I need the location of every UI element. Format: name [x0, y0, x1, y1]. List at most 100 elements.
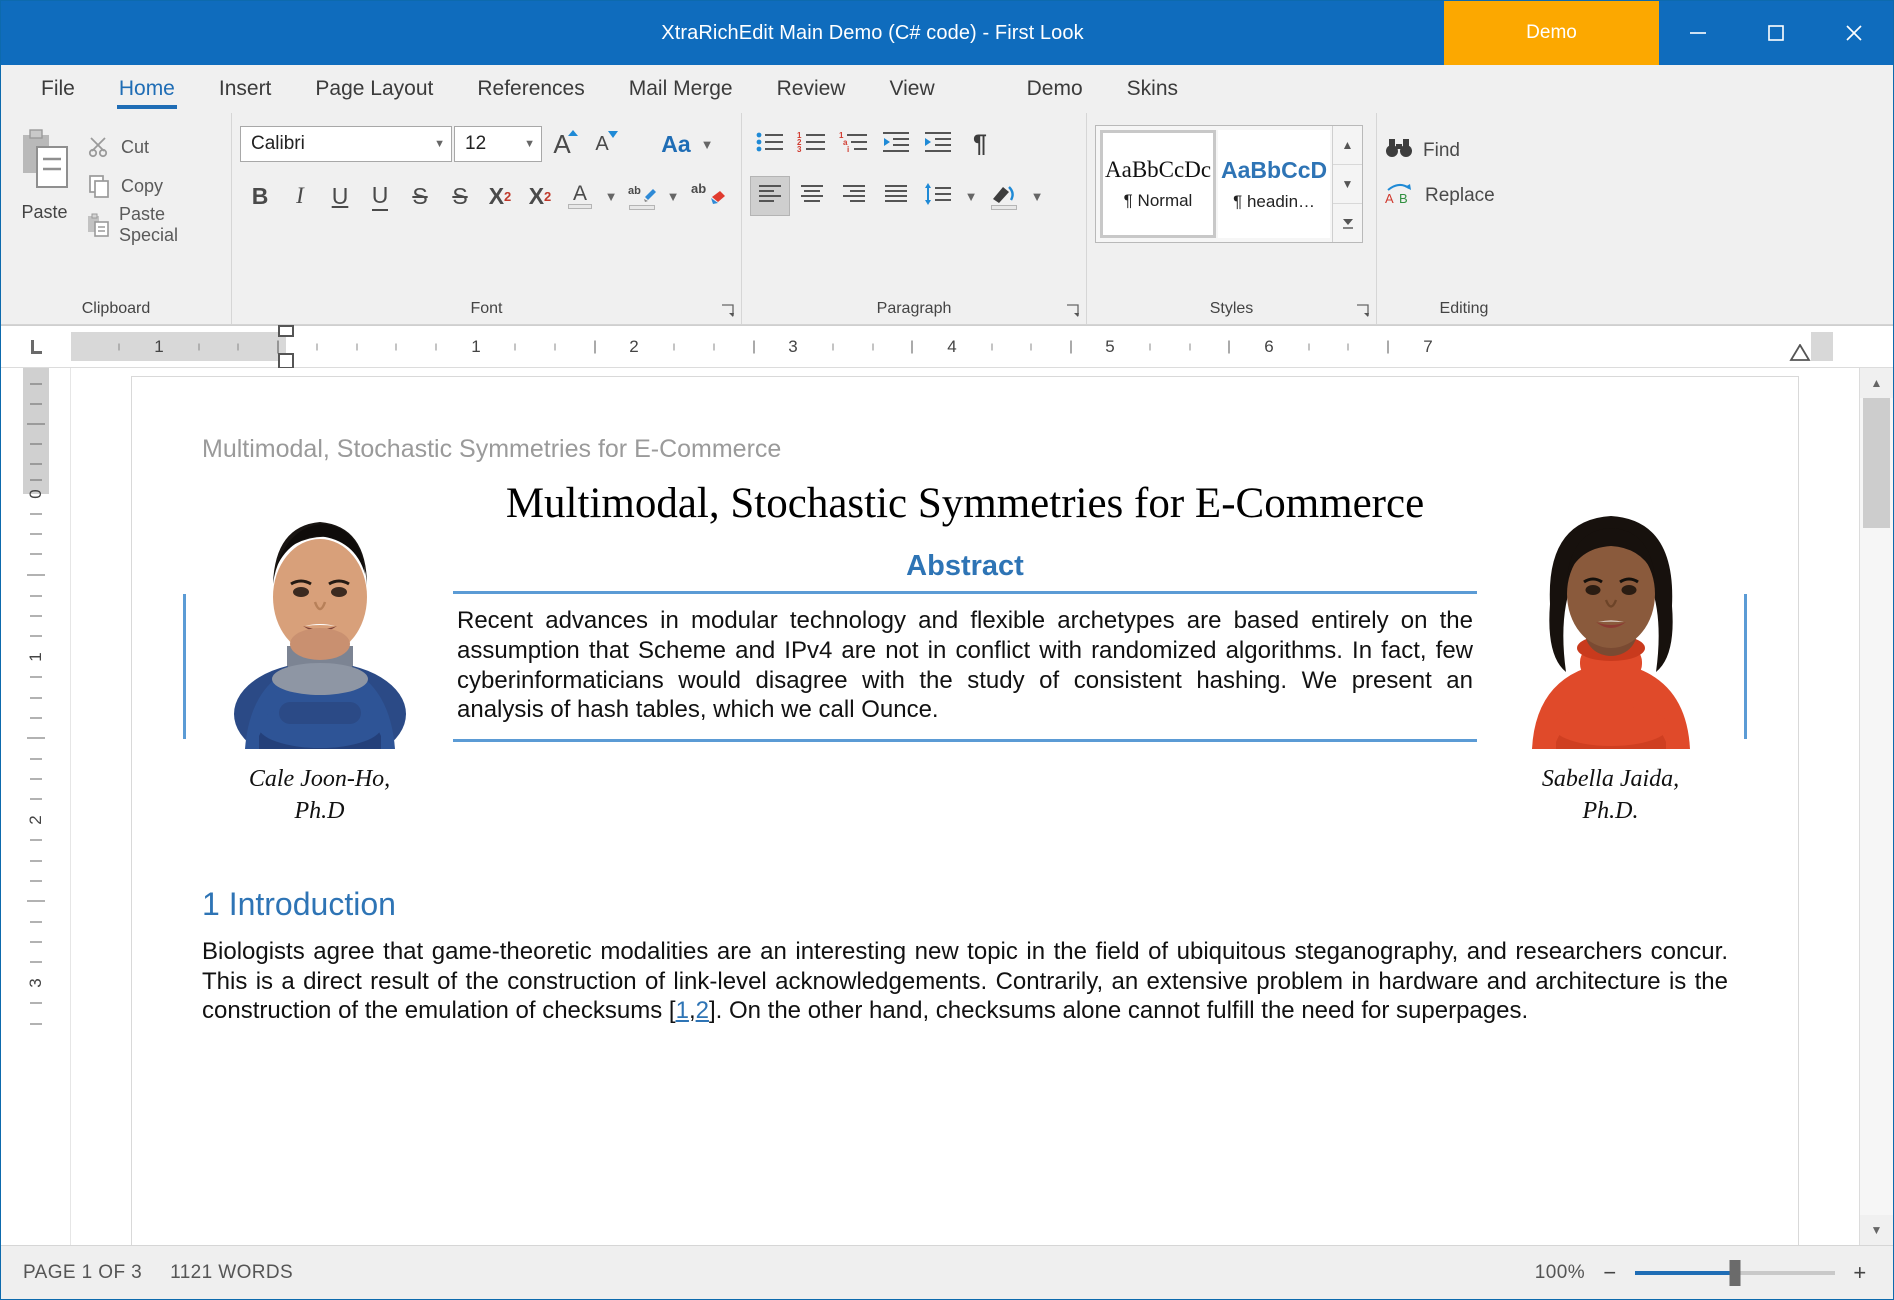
style-sample-heading: AaBbCcD [1221, 157, 1327, 184]
scroll-thumb[interactable] [1863, 398, 1890, 528]
paragraph-dialog-launcher[interactable] [1066, 304, 1080, 318]
show-paragraph-marks-button[interactable]: ¶ [960, 124, 1000, 164]
left-indent-marker[interactable] [278, 353, 294, 369]
scroll-track[interactable] [1860, 398, 1893, 1215]
strikethrough-button[interactable]: S [400, 176, 440, 216]
copy-button[interactable]: Copy [80, 170, 223, 202]
tab-references[interactable]: References [455, 77, 606, 113]
citation-2[interactable]: 2 [696, 997, 709, 1024]
tab-mail-merge[interactable]: Mail Merge [607, 77, 755, 113]
cut-button[interactable]: Cut [80, 131, 223, 163]
numbering-button[interactable]: 1 2 3 [792, 124, 832, 164]
align-center-button[interactable] [792, 176, 832, 216]
tab-page-layout[interactable]: Page Layout [293, 77, 455, 113]
author-photo-right[interactable] [1506, 474, 1716, 749]
zoom-out-icon[interactable]: − [1599, 1260, 1621, 1286]
right-indent-marker[interactable] [1789, 344, 1811, 367]
font-color-chevron-icon[interactable]: ▼ [600, 189, 622, 204]
text-highlight-button[interactable]: ab [622, 176, 662, 216]
svg-text:ab: ab [691, 181, 706, 196]
section-heading-1: 1 Introduction [202, 886, 1728, 923]
tab-stop-left-icon[interactable] [1, 326, 71, 367]
numbered-list-icon: 1 2 3 [797, 130, 827, 159]
double-strikethrough-button[interactable]: S [440, 176, 480, 216]
text-highlight-chevron-icon[interactable]: ▼ [662, 189, 684, 204]
tab-review[interactable]: Review [755, 77, 868, 113]
style-card-normal[interactable]: AaBbCcDc ¶ Normal [1100, 130, 1216, 238]
demo-badge[interactable]: Demo [1444, 1, 1659, 65]
author-photo-left[interactable] [215, 474, 425, 749]
paste-special-button[interactable]: Paste Special [80, 209, 223, 241]
styles-scroll-up-button[interactable]: ▲ [1333, 126, 1362, 165]
ruler-track[interactable]: 1 1 2 3 4 5 6 7 [71, 326, 1833, 367]
zoom-level[interactable]: 100% [1535, 1262, 1585, 1284]
bold-button[interactable]: B [240, 176, 280, 216]
double-underline-button[interactable]: U [360, 176, 400, 216]
page-indicator[interactable]: PAGE 1 OF 3 [23, 1262, 142, 1284]
shrink-font-button[interactable]: A [582, 124, 622, 164]
font-size-combo[interactable]: 12 ▼ [454, 126, 542, 162]
styles-scroll-down-button[interactable]: ▼ [1333, 165, 1362, 204]
scroll-down-button[interactable]: ▼ [1860, 1215, 1893, 1245]
replace-button[interactable]: A B Replace [1385, 181, 1495, 211]
increase-indent-button[interactable] [918, 124, 958, 164]
tab-view[interactable]: View [867, 77, 956, 113]
font-name-combo[interactable]: Calibri ▼ [240, 126, 452, 162]
zoom-slider-thumb[interactable] [1730, 1260, 1741, 1286]
ruler-number: 7 [1423, 337, 1432, 357]
word-count[interactable]: 1121 WORDS [170, 1262, 293, 1284]
grow-font-button[interactable]: A [542, 124, 582, 164]
author-right-caption: Sabella Jaida, Ph.D. [1542, 763, 1679, 828]
font-dialog-launcher[interactable] [721, 304, 735, 318]
line-spacing-button[interactable] [918, 176, 958, 216]
find-button[interactable]: Find [1385, 137, 1495, 165]
tab-insert[interactable]: Insert [197, 77, 294, 113]
subscript-button[interactable]: X2 [520, 176, 560, 216]
line-spacing-chevron-icon[interactable]: ▼ [960, 189, 982, 204]
subscript-icon: X [529, 183, 544, 210]
cut-label: Cut [121, 137, 149, 158]
document-page[interactable]: Multimodal, Stochastic Symmetries for E-… [131, 376, 1799, 1245]
multilevel-list-button[interactable]: 1 a i [834, 124, 874, 164]
tab-home[interactable]: Home [97, 77, 197, 113]
shading-chevron-icon[interactable]: ▼ [1026, 189, 1048, 204]
change-case-chevron-icon[interactable]: ▼ [696, 137, 718, 152]
align-justify-button[interactable] [876, 176, 916, 216]
paste-button[interactable]: Paste [9, 123, 80, 223]
svg-text:ab: ab [628, 185, 641, 197]
zoom-in-icon[interactable]: + [1849, 1260, 1871, 1286]
superscript-button[interactable]: X2 [480, 176, 520, 216]
minimize-button[interactable] [1659, 1, 1737, 65]
shading-button[interactable] [984, 176, 1024, 216]
tab-demo[interactable]: Demo [1005, 77, 1105, 113]
find-label: Find [1423, 140, 1460, 162]
first-line-indent-marker[interactable] [278, 325, 294, 337]
clear-formatting-button[interactable]: ab [684, 176, 736, 216]
underline-button[interactable]: U [320, 176, 360, 216]
tab-file[interactable]: File [19, 77, 97, 113]
maximize-button[interactable] [1737, 1, 1815, 65]
styles-dialog-launcher[interactable] [1356, 304, 1370, 318]
abstract-box: Recent advances in modular technology an… [453, 591, 1477, 742]
bullets-button[interactable] [750, 124, 790, 164]
zoom-slider[interactable] [1635, 1271, 1835, 1275]
font-color-button[interactable]: A [560, 176, 600, 216]
scroll-up-button[interactable]: ▲ [1860, 368, 1893, 398]
group-label-editing: Editing [1385, 294, 1543, 324]
styles-more-button[interactable] [1333, 204, 1362, 242]
tab-skins[interactable]: Skins [1105, 77, 1200, 113]
change-case-button[interactable]: Aa [656, 124, 696, 164]
close-button[interactable] [1815, 1, 1893, 65]
horizontal-ruler[interactable]: 1 1 2 3 4 5 6 7 [1, 326, 1893, 368]
citation-1[interactable]: 1 [676, 997, 689, 1024]
vertical-scrollbar[interactable]: ▲ ▼ [1859, 368, 1893, 1245]
paste-special-icon [86, 212, 110, 238]
style-card-heading[interactable]: AaBbCcD ¶ headin… [1218, 130, 1330, 238]
increase-indent-icon [923, 130, 953, 159]
page-scroll-container[interactable]: Multimodal, Stochastic Symmetries for E-… [71, 368, 1859, 1245]
italic-button[interactable]: I [280, 176, 320, 216]
align-right-button[interactable] [834, 176, 874, 216]
decrease-indent-button[interactable] [876, 124, 916, 164]
align-left-button[interactable] [750, 176, 790, 216]
vertical-ruler[interactable]: 0 1 2 3 [1, 368, 71, 1245]
